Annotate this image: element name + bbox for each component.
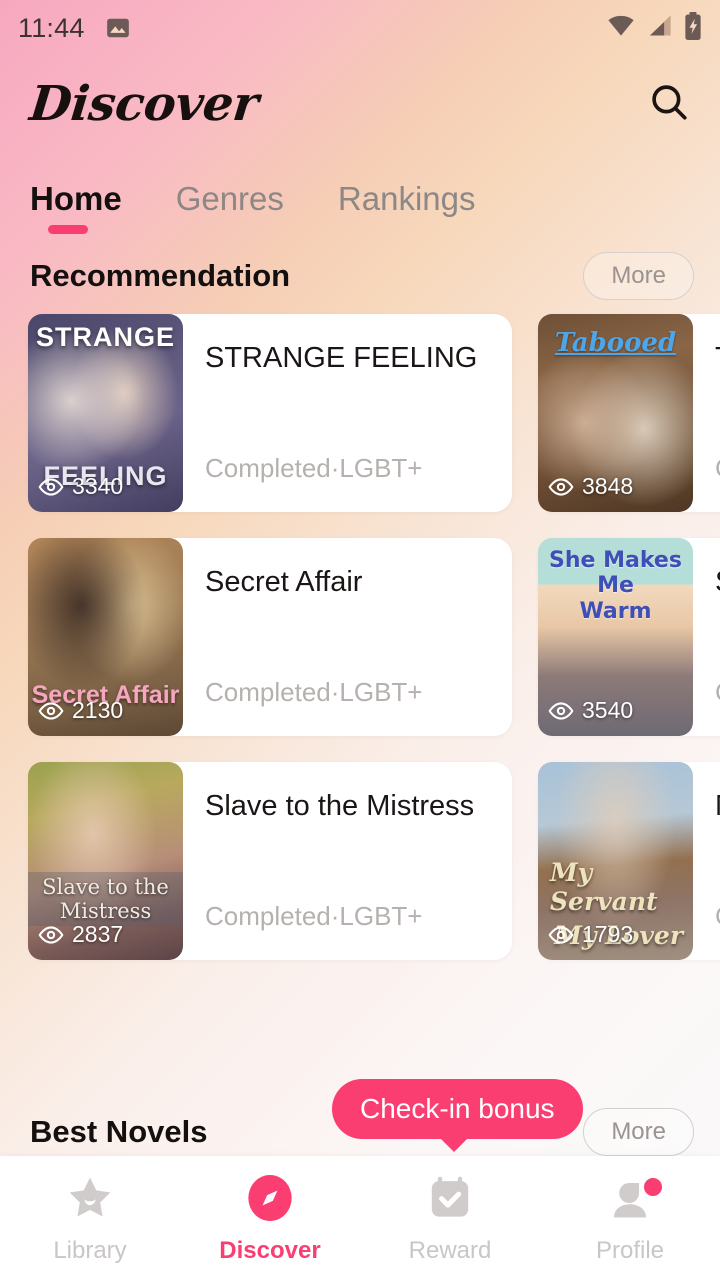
book-cover: She Makes Me Warm 3540 — [538, 538, 693, 736]
book-meta: Completed·LGBT+ — [205, 901, 423, 931]
book-info: My Servant My Lover Completed·LGBT+ — [693, 762, 720, 960]
view-count: 3540 — [548, 697, 633, 724]
book-cover: My Servant My Lover 1793 — [538, 762, 693, 960]
book-cover: Tabooed 3848 — [538, 314, 693, 512]
view-count: 2130 — [38, 697, 123, 724]
nav-label-profile: Profile — [595, 1236, 665, 1264]
book-info: Slave to the Mistress Completed·LGBT+ — [183, 762, 494, 960]
nav-label-discover: Discover — [219, 1236, 321, 1264]
book-card[interactable]: Tabooed 3848 Tabooed Completed·LGBT+ — [538, 314, 720, 512]
book-meta: Completed·LGBT+ — [205, 453, 423, 483]
view-count-value: 3848 — [582, 473, 634, 499]
book-cover: STRANGE FEELING 3340 — [28, 314, 183, 512]
tab-genres-label: Genres — [175, 180, 284, 217]
book-card[interactable]: Slave to the Mistress 2837 Slave to the … — [28, 762, 512, 960]
view-count: 3340 — [38, 473, 123, 500]
nav-item-profile[interactable]: Profile — [540, 1156, 720, 1280]
status-bar: 11:44 — [0, 0, 720, 56]
profile-badge-dot — [644, 1178, 662, 1196]
more-button-recommendation[interactable]: More — [583, 252, 694, 300]
book-meta: Completed·LGBT+ — [205, 677, 423, 707]
book-card[interactable]: STRANGE FEELING 3340 STRANGE FEELING Com… — [28, 314, 512, 512]
page-title: Discover — [27, 76, 261, 132]
view-count: 2837 — [38, 921, 123, 948]
book-info: Secret Affair Completed·LGBT+ — [183, 538, 494, 736]
book-title: My Servant My Lover — [715, 790, 720, 823]
tab-bar: Home Genres Rankings — [0, 152, 720, 234]
section-title: Best Novels — [30, 1114, 208, 1149]
book-meta: Completed·LGBT+ — [715, 453, 720, 484]
book-title: Slave to the Mistress — [205, 790, 475, 822]
view-count-value: 3340 — [72, 473, 124, 499]
nav-label-library: Library — [53, 1236, 127, 1264]
cover-title-line1: My Servant — [550, 858, 658, 916]
nav-item-library[interactable]: Library — [0, 1156, 180, 1280]
compass-icon — [244, 1172, 296, 1229]
book-info: Tabooed Completed·LGBT+ — [693, 314, 720, 512]
view-count-value: 2837 — [72, 921, 124, 947]
view-count: 1793 — [548, 921, 633, 948]
star-icon — [64, 1172, 116, 1229]
book-title: STRANGE FEELING — [205, 342, 478, 374]
bottom-navigation: Library Discover Reward Profile — [0, 1156, 720, 1280]
card-row: Secret Affair 2130 Secret Affair Complet… — [28, 538, 720, 736]
book-meta: Completed·LGBT+ — [715, 901, 720, 932]
battery-charging-icon — [684, 11, 702, 45]
view-count-value: 1793 — [582, 921, 634, 947]
status-time: 11:44 — [18, 12, 85, 43]
card-row: STRANGE FEELING 3340 STRANGE FEELING Com… — [28, 314, 720, 512]
book-card[interactable]: Secret Affair 2130 Secret Affair Complet… — [28, 538, 512, 736]
book-info: She Makes Me Warm Completed·LGBT+ — [693, 538, 720, 736]
book-title: She Makes Me Warm — [715, 566, 720, 599]
wifi-icon — [606, 14, 636, 43]
nav-item-reward[interactable]: Reward — [360, 1156, 540, 1280]
book-title: Tabooed — [715, 342, 720, 375]
cover-title-bottom: Slave to the Mistress — [28, 872, 183, 926]
section-title: Recommendation — [30, 258, 291, 293]
tab-rankings[interactable]: Rankings — [338, 180, 476, 224]
tab-rankings-label: Rankings — [337, 180, 476, 217]
search-icon[interactable] — [648, 81, 690, 128]
card-row: Slave to the Mistress 2837 Slave to the … — [28, 762, 720, 960]
book-cover: Secret Affair 2130 — [28, 538, 183, 736]
check-in-bonus-tooltip[interactable]: Check-in bonus — [332, 1079, 583, 1152]
book-title: Secret Affair — [205, 566, 363, 598]
view-count-value: 3540 — [582, 697, 634, 723]
more-button-best-novels[interactable]: More — [583, 1108, 694, 1156]
app-header: Discover — [0, 56, 720, 152]
book-info: STRANGE FEELING Completed·LGBT+ — [183, 314, 494, 512]
view-count: 3848 — [548, 473, 633, 500]
cover-title-top: She Makes Me Warm — [549, 548, 682, 624]
calendar-check-icon — [424, 1172, 476, 1229]
book-meta: Completed·LGBT+ — [715, 677, 720, 708]
tab-home-label: Home — [30, 180, 122, 217]
section-header-recommendation: Recommendation More — [0, 224, 720, 314]
tab-genres[interactable]: Genres — [176, 180, 284, 224]
nav-label-reward: Reward — [408, 1236, 492, 1264]
nav-item-discover[interactable]: Discover — [180, 1156, 360, 1280]
cover-title-top: Tabooed — [554, 328, 677, 358]
view-count-value: 2130 — [72, 697, 124, 723]
book-card[interactable]: My Servant My Lover 1793 My Servant My L… — [538, 762, 720, 960]
book-cover: Slave to the Mistress 2837 — [28, 762, 183, 960]
cellular-signal-icon — [647, 14, 673, 43]
cover-title-top: STRANGE — [35, 322, 175, 352]
tab-home[interactable]: Home — [30, 180, 122, 234]
status-right-icons — [606, 11, 702, 45]
image-icon — [105, 15, 131, 41]
recommendation-list: STRANGE FEELING 3340 STRANGE FEELING Com… — [0, 314, 720, 960]
book-card[interactable]: She Makes MeWarm 3540 She Makes Me Warm … — [538, 538, 720, 736]
